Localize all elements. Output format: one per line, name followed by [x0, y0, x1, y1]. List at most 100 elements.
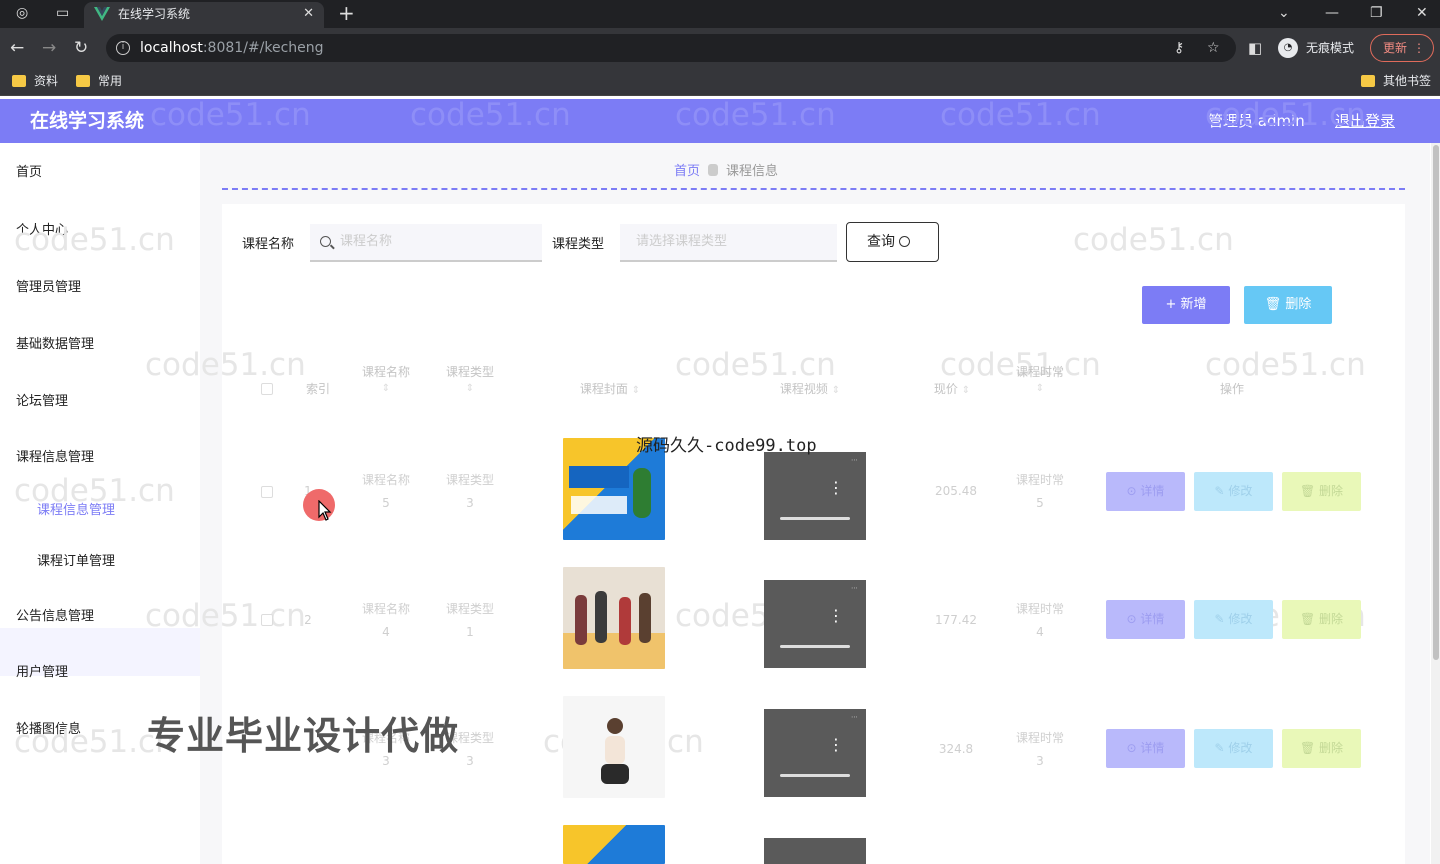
- watermark: code51.cn: [1073, 222, 1234, 258]
- row-course-name: 课程名称 4: [350, 598, 422, 644]
- column-header-type[interactable]: 课程类型 ⇕: [434, 363, 506, 394]
- close-tab-icon[interactable]: ✕: [303, 2, 314, 26]
- url-input[interactable]: i localhost:8081/#/kecheng ⚷ ☆: [106, 34, 1236, 62]
- row-duration: 课程时常 5: [1004, 469, 1076, 515]
- sidebar-item-admins[interactable]: 管理员管理: [16, 276, 81, 295]
- delete-label: 删除: [1319, 612, 1344, 626]
- page-scrollbar[interactable]: [1431, 143, 1440, 864]
- cell-value: 3: [466, 754, 474, 768]
- column-header-price[interactable]: 现价 ⇕: [920, 380, 984, 397]
- reload-icon[interactable]: ↻: [74, 38, 88, 58]
- watermark: code51.cn: [145, 598, 306, 634]
- edit-icon: ✎: [1214, 741, 1229, 755]
- sidebar-item-course-group[interactable]: 课程信息管理: [16, 446, 94, 465]
- sidebar-toggle-icon[interactable]: ◧: [1248, 38, 1262, 58]
- minimize-icon[interactable]: —: [1325, 5, 1339, 21]
- column-header-cover[interactable]: 课程封面 ⇕: [560, 380, 660, 397]
- update-button[interactable]: 更新 ⋮: [1370, 34, 1434, 62]
- detail-button[interactable]: ⊙ 详情: [1106, 600, 1185, 639]
- sidebar-item-notices[interactable]: 公告信息管理: [16, 605, 94, 624]
- cell-label: 课程类型: [445, 602, 494, 616]
- delete-button[interactable]: 🗑 删除: [1282, 600, 1361, 639]
- course-video-player[interactable]: [764, 838, 866, 864]
- close-window-icon[interactable]: ✕: [1416, 5, 1428, 21]
- column-header-video[interactable]: 课程视频 ⇕: [760, 380, 860, 397]
- course-type-select[interactable]: 请选择课程类型: [620, 224, 837, 262]
- globe-icon[interactable]: ◎: [16, 5, 28, 21]
- delete-button[interactable]: 🗑 删除: [1282, 729, 1361, 768]
- breadcrumb-home[interactable]: 首页: [674, 164, 700, 179]
- video-more-icon[interactable]: ⋮: [828, 608, 844, 624]
- sidebar-subitem-course-orders[interactable]: 课程订单管理: [37, 550, 115, 569]
- course-name-input[interactable]: 课程名称: [310, 224, 542, 262]
- watermark: code51.cn: [940, 97, 1101, 133]
- new-tab-icon[interactable]: +: [338, 2, 355, 24]
- other-bookmarks[interactable]: 其他书签: [1361, 68, 1431, 95]
- video-menu-indicator: ⋯: [851, 456, 858, 464]
- info-icon[interactable]: i: [116, 41, 130, 55]
- course-video-player[interactable]: ⋯ ⋮: [764, 452, 866, 540]
- course-cover-image[interactable]: [563, 567, 665, 669]
- incognito-badge[interactable]: ◔ 无痕模式: [1278, 35, 1354, 61]
- cell-label: 课程名称: [361, 602, 410, 616]
- update-label: 更新: [1383, 41, 1408, 55]
- course-video-player[interactable]: ⋯ ⋮: [764, 709, 866, 797]
- column-header-label: 课程封面: [579, 382, 628, 396]
- row-duration: 课程时常 3: [1004, 727, 1076, 773]
- add-button[interactable]: + 新增: [1142, 286, 1230, 324]
- chevron-down-icon[interactable]: ⌄: [1278, 5, 1290, 21]
- browser-tab-bar: ◎ ▭ 在线学习系统 ✕ + ⌄ — ❐ ✕: [0, 0, 1440, 28]
- url-path: :8081/#/kecheng: [202, 40, 324, 56]
- detail-label: 详情: [1140, 741, 1165, 755]
- watermark: code51.cn: [410, 97, 571, 133]
- video-progress-bar[interactable]: [780, 645, 850, 648]
- more-vert-icon: ⋮: [1413, 41, 1425, 55]
- column-header-duration[interactable]: 课程时常 ⇕: [1004, 363, 1076, 394]
- course-video-player[interactable]: ⋯ ⋮: [764, 580, 866, 668]
- vue-logo-icon: [94, 7, 110, 21]
- forward-icon[interactable]: →: [42, 38, 56, 58]
- detail-button[interactable]: ⊙ 详情: [1106, 472, 1185, 511]
- course-cover-image[interactable]: [563, 825, 665, 864]
- edit-button[interactable]: ✎ 修改: [1194, 729, 1273, 768]
- key-icon[interactable]: ⚷: [1174, 34, 1184, 62]
- trash-icon: 🗑: [1299, 484, 1320, 498]
- sidebar-item-basic-data[interactable]: 基础数据管理: [16, 333, 94, 352]
- edit-button[interactable]: ✎ 修改: [1194, 600, 1273, 639]
- edit-button[interactable]: ✎ 修改: [1194, 472, 1273, 511]
- row-checkbox[interactable]: [261, 614, 273, 626]
- sidebar-item-users[interactable]: 用户管理: [16, 661, 68, 680]
- watermark: code51.cn: [150, 97, 311, 133]
- column-header-label: 课程视频: [779, 382, 828, 396]
- sidebar-item-home[interactable]: 首页: [16, 161, 42, 180]
- bookmark-item[interactable]: 资料: [12, 68, 58, 95]
- column-header-label: 课程类型: [445, 365, 494, 379]
- bookmark-item[interactable]: 常用: [76, 68, 122, 95]
- video-progress-bar[interactable]: [780, 774, 850, 777]
- column-header-name[interactable]: 课程名称 ⇕: [350, 363, 422, 394]
- query-button[interactable]: 查询: [846, 222, 939, 262]
- sort-icon: ⇕: [831, 385, 841, 396]
- video-more-icon[interactable]: ⋮: [828, 737, 844, 753]
- browser-tab[interactable]: 在线学习系统 ✕: [84, 2, 324, 28]
- watermark: code51.cn: [1205, 347, 1366, 383]
- search-icon: [320, 236, 331, 247]
- batch-delete-button[interactable]: 🗑 删除: [1244, 286, 1332, 324]
- sidebar-item-forum[interactable]: 论坛管理: [16, 390, 68, 409]
- video-progress-bar[interactable]: [780, 517, 850, 520]
- course-cover-image[interactable]: [563, 696, 665, 798]
- window-icon[interactable]: ▭: [56, 5, 69, 21]
- edit-label: 修改: [1228, 484, 1253, 498]
- back-icon[interactable]: ←: [10, 38, 24, 58]
- select-all-checkbox[interactable]: [261, 383, 273, 395]
- video-more-icon[interactable]: ⋮: [828, 480, 844, 496]
- detail-icon: ⊙: [1126, 741, 1141, 755]
- restore-icon[interactable]: ❐: [1370, 5, 1383, 21]
- delete-button[interactable]: 🗑 删除: [1282, 472, 1361, 511]
- edit-icon: ✎: [1214, 612, 1229, 626]
- row-price: 324.8: [938, 742, 974, 756]
- row-checkbox[interactable]: [261, 486, 273, 498]
- scrollbar-thumb[interactable]: [1433, 145, 1439, 660]
- detail-button[interactable]: ⊙ 详情: [1106, 729, 1185, 768]
- star-icon[interactable]: ☆: [1207, 34, 1220, 62]
